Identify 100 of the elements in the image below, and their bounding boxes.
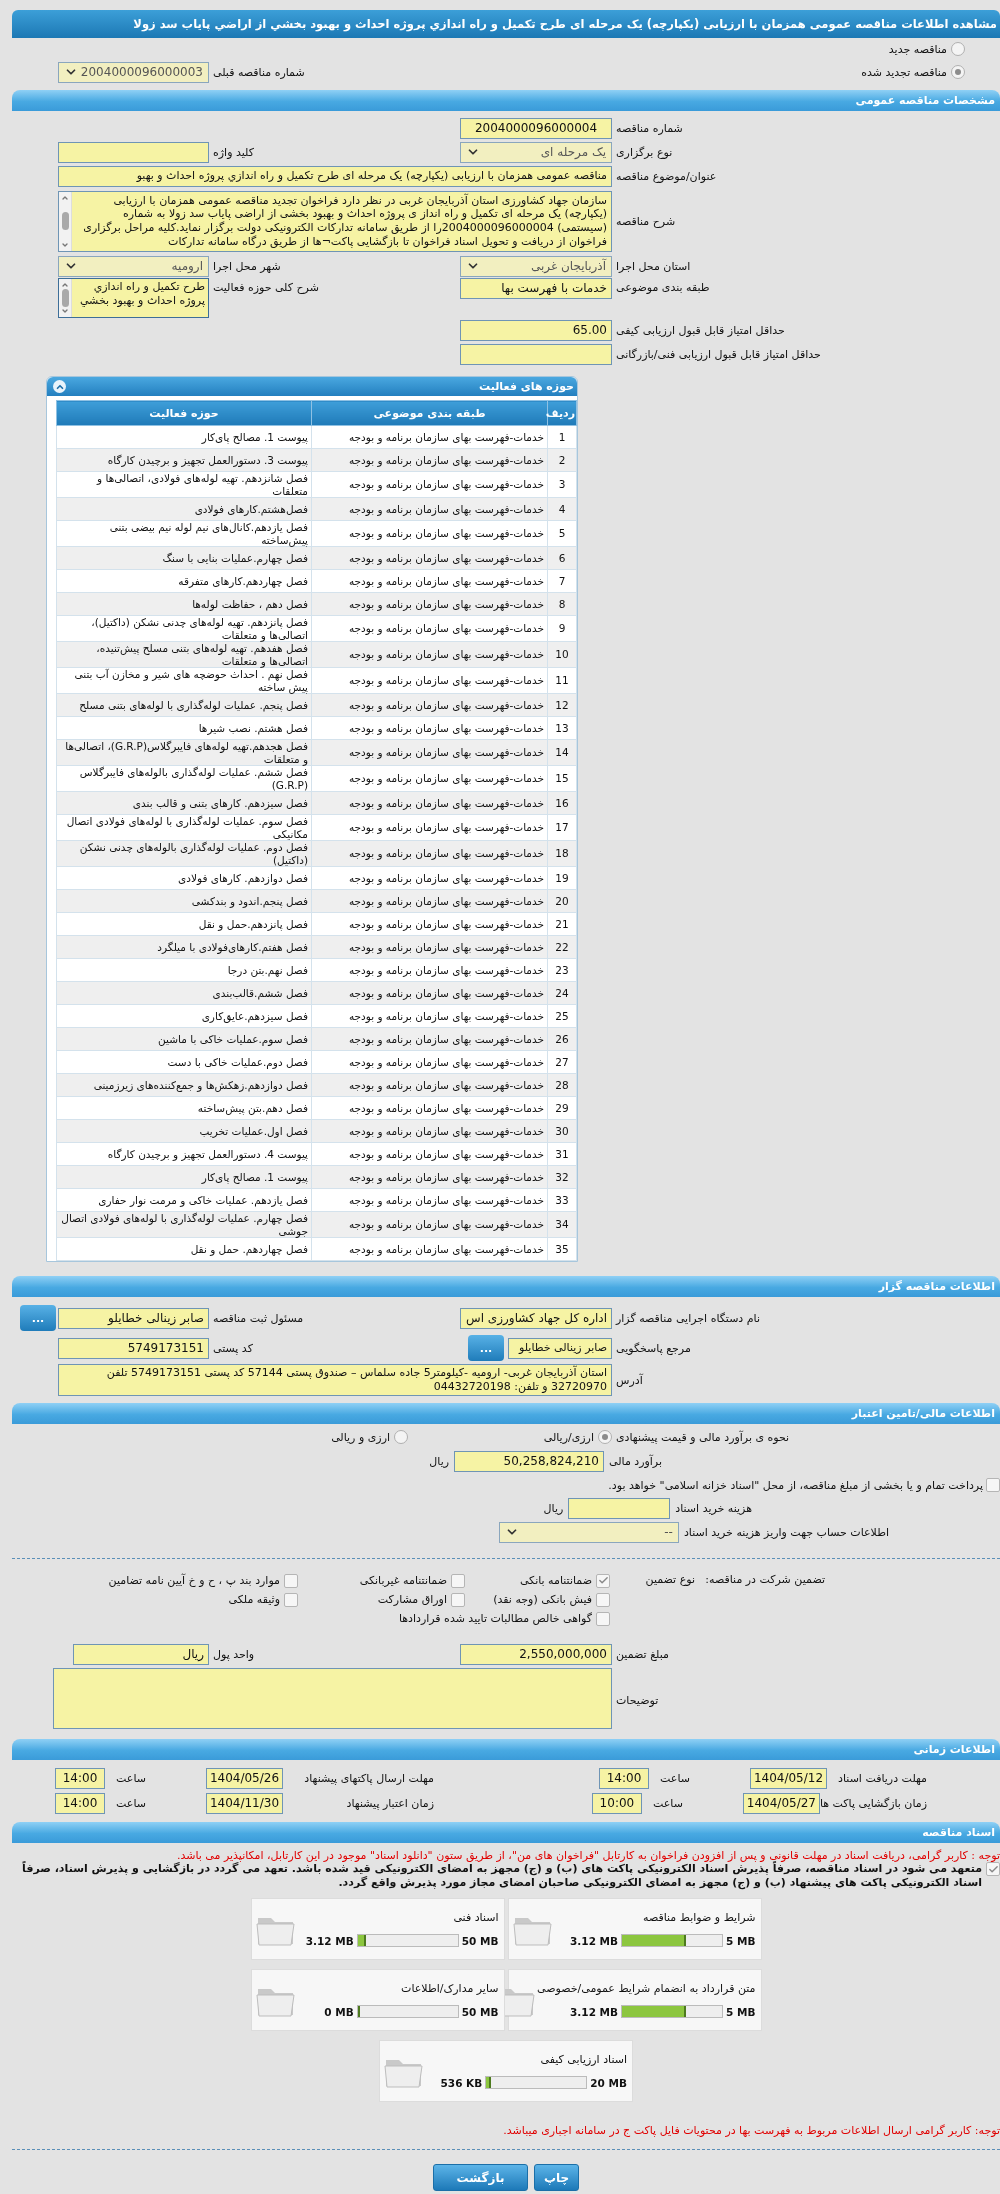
table-cell: 22 xyxy=(547,935,577,959)
time-field[interactable]: 14:00 xyxy=(599,1768,649,1789)
time-field[interactable]: 10:00 xyxy=(591,1793,642,1814)
back-button[interactable]: بازگشت xyxy=(433,2164,528,2191)
field-label: مبلغ تضمین xyxy=(616,1647,669,1661)
score-field[interactable] xyxy=(460,343,612,365)
checkbox[interactable] xyxy=(284,1592,298,1607)
radio-button[interactable] xyxy=(951,42,965,56)
table-cell: خدمات-فهرست بهای سازمان برنامه و بودجه xyxy=(311,1004,548,1028)
date-field[interactable]: 1404/05/12 xyxy=(750,1768,827,1789)
table-cell: خدمات-فهرست بهای سازمان برنامه و بودجه xyxy=(311,471,548,498)
date-field[interactable]: 1404/05/27 xyxy=(742,1793,820,1814)
column-header: حوزه فعالیت xyxy=(56,400,312,426)
checkbox[interactable] xyxy=(596,1573,610,1588)
table-cell: 19 xyxy=(547,866,577,890)
text-field[interactable] xyxy=(568,1498,671,1519)
table-cell: فصل نهم.بتن درجا xyxy=(56,958,312,982)
scroll-thumb[interactable] xyxy=(61,212,69,230)
date-field[interactable]: 1404/05/26 xyxy=(206,1768,283,1789)
field-label: هزینه خرید اسناد xyxy=(675,1502,752,1515)
checkbox[interactable] xyxy=(451,1573,465,1588)
section-header: اطلاعات مالی/تامین اعتبار xyxy=(12,1403,1000,1424)
checkbox[interactable] xyxy=(284,1573,298,1588)
scroll-down-icon[interactable] xyxy=(61,307,69,315)
table-cell: خدمات-فهرست بهای سازمان برنامه و بودجه xyxy=(311,1096,548,1120)
radio-button[interactable] xyxy=(394,1430,408,1444)
table-cell: فصل پانزدهم.حمل و نقل xyxy=(56,912,312,936)
scroll-thumb[interactable] xyxy=(61,289,69,307)
table-cell: خدمات-فهرست بهای سازمان برنامه و بودجه xyxy=(311,840,548,867)
field-label: عنوان/موضوع مناقصه xyxy=(616,169,717,183)
notes-field[interactable] xyxy=(53,1668,612,1729)
table-cell: فصل هجدهم.تهیه لوله‌های فایبرگلاس(G.R.P)، اتصالی‌ها و متعلقات xyxy=(56,739,312,766)
table-cell: فصل چهارم.عملیات بنایی با سنگ xyxy=(56,546,312,570)
dropdown[interactable]: -- xyxy=(498,1521,679,1543)
table-cell: فصل پنجم.اندود و بندکشی xyxy=(56,889,312,913)
text-field[interactable]: صابر زینالی خطایلو xyxy=(508,1337,612,1359)
table-cell: خدمات-فهرست بهای سازمان برنامه و بودجه xyxy=(311,693,548,717)
score-field[interactable]: 65.00 xyxy=(460,319,612,341)
text-field[interactable]: صابر زینالی خطایلو xyxy=(58,1307,209,1329)
table-cell: پیوست 1. مصالح پای‌کار xyxy=(56,1165,312,1189)
notice-text: توجه : کاربر گرامی، دریافت اسناد در مهلت قانونی و پس از افزودن فراخوان به کارتابل "فراخوان های من"، از طریق ستون "دانلود اسناد" موجود در این کارتابل، امکانپذیر می باشد. xyxy=(175,1848,1000,1862)
table-cell: 4 xyxy=(547,497,577,521)
date-field[interactable]: 1404/11/30 xyxy=(206,1793,283,1814)
time-field[interactable]: 14:00 xyxy=(55,1793,105,1814)
table-cell: 17 xyxy=(547,814,577,841)
used-size: 0 MB xyxy=(324,2005,354,2018)
text-field[interactable] xyxy=(58,141,209,163)
field-label: زمان بازگشایی پاکت ها xyxy=(819,1797,927,1810)
description-field[interactable]: سازمان جهاد کشاورزی استان آذربایجان غربی در نظر دارد فراخوان تجدید مناقصه عمومی همزمان با ارزیابی (یکپارچه) یک مرحله ای تکمیل و راه انداز ی پروژه احداث و بهبود بخشی از اراضی پایاب سد زولا به شماره (سیستمی) 2004000096000004را از طریق سامانه تدارکات الکترونیکی دولت برگزار نماید.کلیه مراحل برگزاری فراخوان از دریافت و تحویل اسناد فراخوان تا بازگشایی پاکت¬ها از طریق درگاه سامانه تدارکات xyxy=(58,190,612,252)
table-cell: فصل دهم ، حفاظت لوله‌ها xyxy=(56,592,312,616)
field-label: استان محل اجرا xyxy=(616,259,691,273)
collapse-icon[interactable] xyxy=(53,380,66,393)
dropdown[interactable]: 2004000096000003 xyxy=(58,61,209,83)
scrollbar[interactable] xyxy=(59,279,72,317)
table-cell: خدمات-فهرست بهای سازمان برنامه و بودجه xyxy=(311,889,548,913)
text-field[interactable]: ریال xyxy=(73,1643,209,1665)
checkbox[interactable] xyxy=(596,1592,610,1607)
checkbox[interactable] xyxy=(451,1592,465,1607)
text-field[interactable]: 2,550,000,000 xyxy=(460,1643,612,1665)
radio-button[interactable] xyxy=(951,65,965,79)
table-cell: فصل دوم. عملیات لوله‌گذاری بالوله‌های چدنی نشکن (داکتیل) xyxy=(56,840,312,867)
more-button[interactable]: ... xyxy=(468,1335,504,1361)
table-cell: خدمات-فهرست بهای سازمان برنامه و بودجه xyxy=(311,615,548,642)
page-title: مشاهده اطلاعات مناقصه عمومی همزمان با ارزیابی (یکپارچه) یک مرحله ای طرح تکمیل و راه اندازي پروژه احداث و بهبود بخشي از اراضي پاياب سد زولا xyxy=(12,10,1000,38)
text-field[interactable]: خدمات با فهرست بها xyxy=(460,278,612,299)
scope-field[interactable]: طرح تکمیل و راه اندازي پروژه احداث و بهبود بخشي xyxy=(58,278,209,318)
table-cell: فصل دوازدهم.زهکش‌ها و جمع‌کننده‌های زیرزمینی xyxy=(56,1073,312,1097)
table-cell: خدمات-فهرست بهای سازمان برنامه و بودجه xyxy=(311,958,548,982)
table-cell: پیوست 4. دستورالعمل تجهیز و برچیدن کارگاه xyxy=(56,1142,312,1166)
table-cell: فصل چهاردهم. حمل و نقل xyxy=(56,1237,312,1261)
table-cell: فصل چهارم. عملیات لوله‌گذاری با لوله‌های فولادی اتصال جوشی xyxy=(56,1211,312,1238)
text-field[interactable]: اداره کل جهاد کشاورزی اس xyxy=(460,1307,612,1329)
used-size: 536 KB xyxy=(440,2076,483,2089)
field-label: طبقه بندی موضوعی xyxy=(616,281,710,294)
checkbox[interactable] xyxy=(986,1478,1000,1492)
text-field[interactable]: مناقصه عمومی همزمان با ارزیابی (یکپارچه) یک مرحله ای طرح تکمیل و راه اندازي پروژه احداث و بهبو xyxy=(58,165,612,187)
dropdown[interactable]: آذربایجان غربی xyxy=(460,255,612,277)
table-cell: خدمات-فهرست بهای سازمان برنامه و بودجه xyxy=(311,1027,548,1051)
text-field[interactable]: 2004000096000004 xyxy=(460,117,612,139)
field-label: ساعت xyxy=(651,1797,683,1810)
table-cell: فصل هفتم.کارهای‌فولادی با میلگرد xyxy=(56,935,312,959)
used-size: 3.12 MB xyxy=(570,1934,619,1947)
address-field[interactable]: استان آذربایجان غربی- ارومیه -کیلومتر5 جاده سلماس – صندوق پستی 57144 کد پستی 5749173151 تلفن 32720970 و تلفن: 04432720198 xyxy=(58,1364,612,1396)
scrollbar[interactable] xyxy=(59,191,72,251)
checkbox[interactable] xyxy=(596,1611,610,1626)
table-cell: پیوست 1. مصالح پای‌کار xyxy=(56,425,312,449)
checkbox[interactable] xyxy=(986,1862,1000,1876)
scroll-up-icon[interactable] xyxy=(61,281,69,289)
table-cell: فصل پانزدهم. تهیه لوله‌های چدنی نشکن (داکتیل)، اتصالی‌ها و متعلقات xyxy=(56,615,312,642)
section-header: اطلاعات زمانی xyxy=(12,1739,1000,1760)
field-label: واحد پول xyxy=(213,1647,255,1661)
size-limit: 50 MB xyxy=(461,2005,499,2018)
radio-button[interactable] xyxy=(598,1430,612,1444)
text-field[interactable]: 50,258,824,210 xyxy=(454,1451,604,1472)
time-field[interactable]: 14:00 xyxy=(55,1768,105,1789)
more-button[interactable]: ... xyxy=(20,1305,56,1331)
dropdown[interactable]: ارومیه xyxy=(58,255,209,277)
field-label: نام دستگاه اجرایی مناقصه گزار xyxy=(616,1311,760,1325)
dropdown[interactable]: یک مرحله ای xyxy=(460,141,612,163)
text-field[interactable]: 5749173151 xyxy=(58,1337,209,1359)
